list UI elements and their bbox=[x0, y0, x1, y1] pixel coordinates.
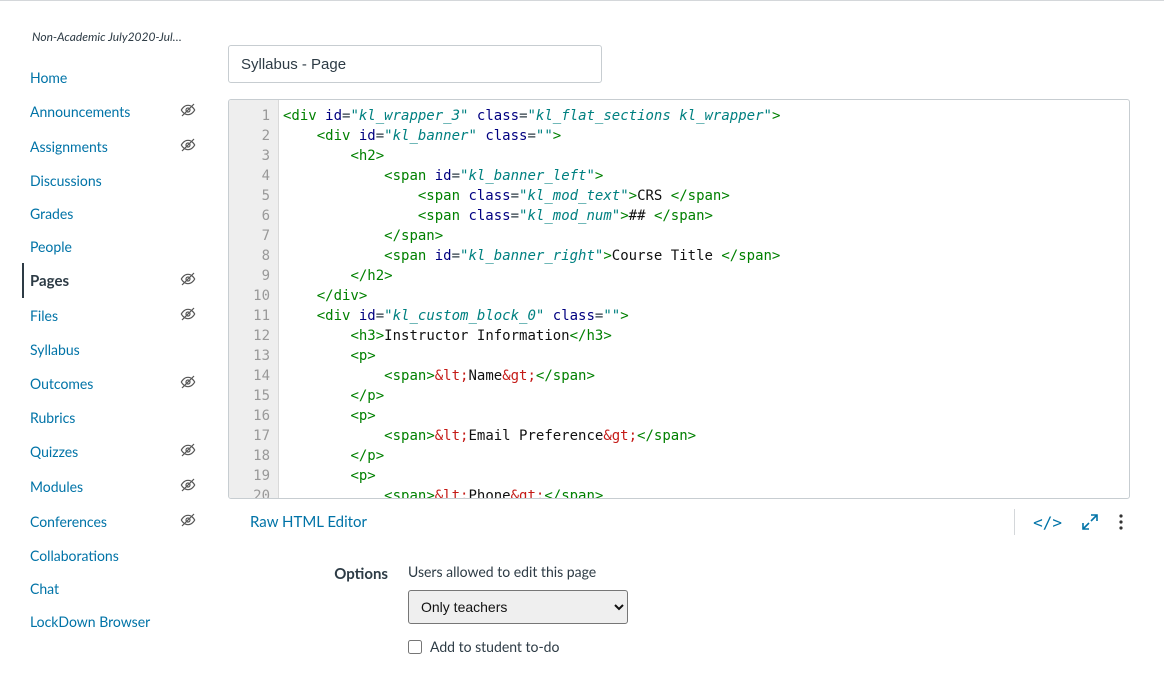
nav-item-modules[interactable]: Modules bbox=[22, 469, 202, 504]
code-view-icon[interactable]: </> bbox=[1033, 513, 1062, 532]
hidden-icon bbox=[180, 306, 196, 325]
edit-permission-select[interactable]: Only teachers bbox=[408, 590, 628, 624]
nav-item-assignments[interactable]: Assignments bbox=[22, 129, 202, 164]
nav-item-label: Syllabus bbox=[30, 341, 196, 358]
add-to-todo-checkbox[interactable] bbox=[408, 640, 422, 654]
nav-item-label: Pages bbox=[30, 272, 180, 290]
edit-permission-caption: Users allowed to edit this page bbox=[408, 563, 628, 580]
nav-item-label: Assignments bbox=[30, 138, 180, 155]
nav-item-label: Discussions bbox=[30, 172, 196, 189]
divider bbox=[1014, 509, 1015, 535]
course-nav: Home Announcements Assignments Discussions G… bbox=[22, 61, 202, 638]
nav-item-label: Outcomes bbox=[30, 375, 180, 392]
hidden-icon bbox=[180, 374, 196, 393]
nav-item-collaborations[interactable]: Collaborations bbox=[22, 539, 202, 572]
nav-item-label: Grades bbox=[30, 205, 196, 222]
nav-item-label: Home bbox=[30, 69, 196, 86]
page-title-input[interactable] bbox=[228, 45, 602, 83]
nav-item-grades[interactable]: Grades bbox=[22, 197, 202, 230]
nav-item-label: Files bbox=[30, 307, 180, 324]
nav-item-conferences[interactable]: Conferences bbox=[22, 504, 202, 539]
kebab-menu-icon[interactable] bbox=[1118, 512, 1124, 532]
add-to-todo-label: Add to student to-do bbox=[430, 638, 559, 655]
nav-item-home[interactable]: Home bbox=[22, 61, 202, 94]
hidden-icon bbox=[180, 102, 196, 121]
nav-item-rubrics[interactable]: Rubrics bbox=[22, 401, 202, 434]
hidden-icon bbox=[180, 477, 196, 496]
nav-item-outcomes[interactable]: Outcomes bbox=[22, 366, 202, 401]
nav-item-label: Collaborations bbox=[30, 547, 196, 564]
nav-item-lockdown-browser[interactable]: LockDown Browser bbox=[22, 605, 202, 638]
nav-item-label: Quizzes bbox=[30, 443, 180, 460]
breadcrumb[interactable]: Non-Academic July2020-July… bbox=[32, 29, 182, 44]
nav-item-pages[interactable]: Pages bbox=[22, 263, 202, 298]
nav-item-syllabus[interactable]: Syllabus bbox=[22, 333, 202, 366]
fullscreen-icon[interactable] bbox=[1080, 512, 1100, 532]
nav-item-label: Chat bbox=[30, 580, 196, 597]
options-label: Options bbox=[228, 563, 388, 583]
nav-item-label: Rubrics bbox=[30, 409, 196, 426]
nav-item-files[interactable]: Files bbox=[22, 298, 202, 333]
nav-item-label: Conferences bbox=[30, 513, 180, 530]
html-code-editor[interactable]: 1234567891011121314151617181920 <div id=… bbox=[228, 99, 1130, 499]
add-to-todo-row[interactable]: Add to student to-do bbox=[408, 638, 628, 655]
nav-item-label: Modules bbox=[30, 478, 180, 495]
nav-item-label: Announcements bbox=[30, 103, 180, 120]
nav-item-discussions[interactable]: Discussions bbox=[22, 164, 202, 197]
raw-html-editor-link[interactable]: Raw HTML Editor bbox=[228, 513, 367, 531]
nav-item-people[interactable]: People bbox=[22, 230, 202, 263]
nav-item-chat[interactable]: Chat bbox=[22, 572, 202, 605]
hidden-icon bbox=[180, 137, 196, 156]
hidden-icon bbox=[180, 442, 196, 461]
nav-item-label: LockDown Browser bbox=[30, 613, 196, 630]
nav-item-label: People bbox=[30, 238, 196, 255]
hidden-icon bbox=[180, 512, 196, 531]
hidden-icon bbox=[180, 271, 196, 290]
nav-item-quizzes[interactable]: Quizzes bbox=[22, 434, 202, 469]
nav-item-announcements[interactable]: Announcements bbox=[22, 94, 202, 129]
